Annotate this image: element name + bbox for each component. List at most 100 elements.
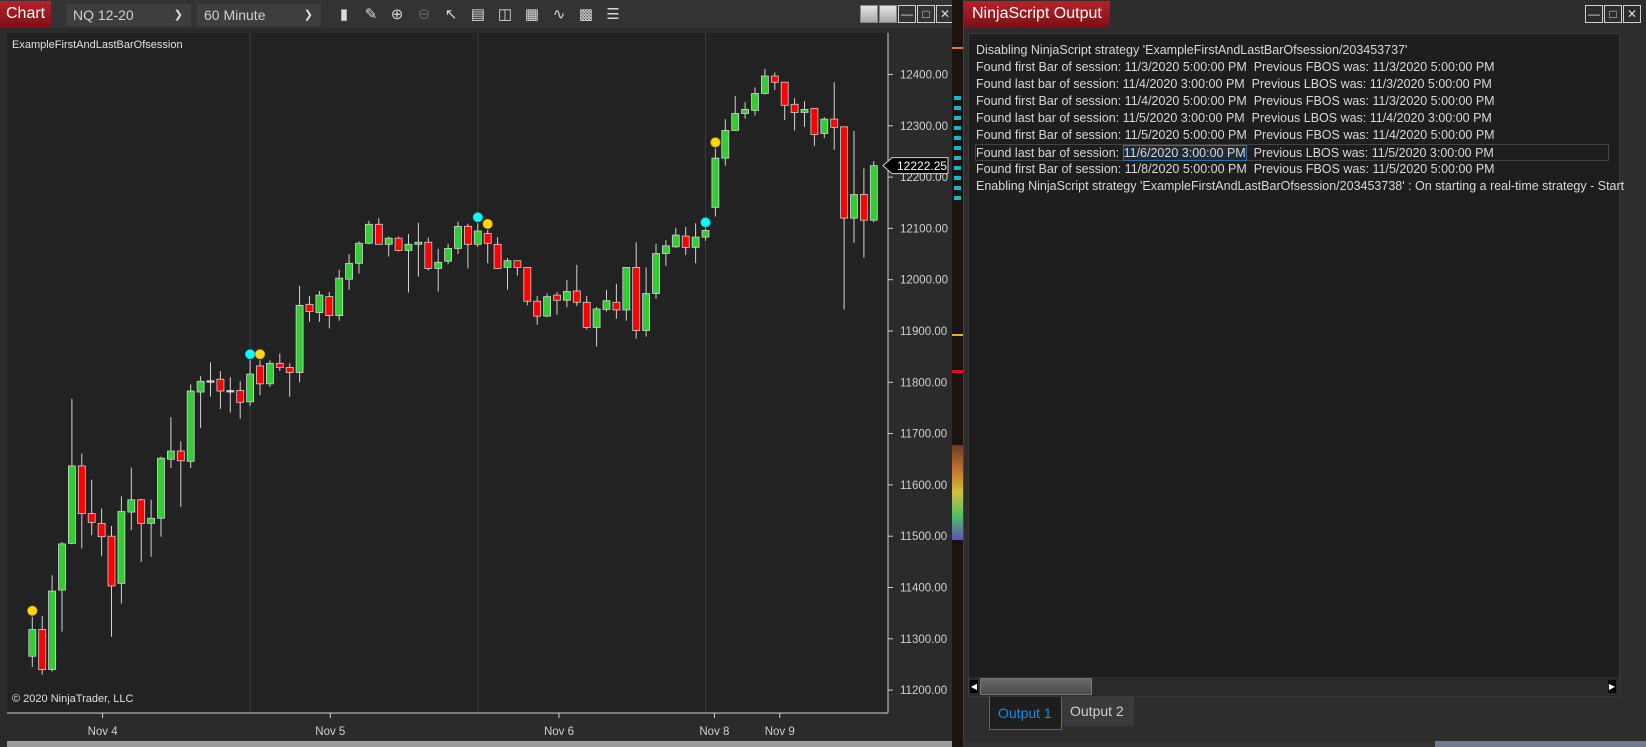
first-bar-marker bbox=[482, 218, 493, 230]
time-tick-label: Nov 6 bbox=[544, 726, 574, 738]
price-tick-label: 11800.00 bbox=[900, 377, 947, 389]
candle-body bbox=[414, 241, 423, 245]
output-horizontal-scrollbar[interactable]: ◀ ▶ bbox=[969, 677, 1619, 696]
candle-body bbox=[493, 243, 502, 269]
candle-body bbox=[58, 543, 66, 591]
minimize-button[interactable]: — bbox=[1585, 5, 1603, 23]
candle-body bbox=[325, 296, 334, 317]
scrollbar-thumb[interactable] bbox=[980, 678, 1092, 695]
candle-body bbox=[246, 373, 255, 403]
candle-body bbox=[38, 629, 47, 670]
selected-text[interactable]: 11/6/2020 3:00:00 PM bbox=[1122, 145, 1247, 161]
price-tick-label: 11900.00 bbox=[900, 326, 947, 338]
candle-body bbox=[662, 245, 670, 254]
candle-body bbox=[483, 233, 492, 244]
chart-window: Chart NQ 12-20 ❯ 60 Minute ❯ ▮​ ✎ ⊕ ⊖ ↖ … bbox=[0, 0, 954, 747]
scroll-right-icon[interactable]: ▶ bbox=[1608, 680, 1616, 693]
candle-body bbox=[810, 107, 819, 135]
candle-body bbox=[860, 194, 868, 221]
candle-body bbox=[206, 380, 215, 383]
candle-body bbox=[553, 294, 561, 301]
candle-body bbox=[275, 362, 284, 368]
candle-body bbox=[790, 103, 799, 113]
output-line: Found first Bar of session: 11/3/2020 5:… bbox=[976, 60, 1495, 74]
candle-body bbox=[68, 465, 76, 544]
output-line: Found first Bar of session: 11/5/2020 5:… bbox=[976, 128, 1495, 142]
candle-body bbox=[463, 225, 472, 245]
candle-body bbox=[830, 118, 839, 128]
candle-body bbox=[265, 362, 274, 385]
candle-body bbox=[622, 266, 631, 311]
candle-body bbox=[592, 308, 601, 328]
candle-body bbox=[602, 300, 611, 310]
candle-body bbox=[355, 242, 363, 264]
candle-body bbox=[137, 499, 146, 524]
candle-body bbox=[533, 300, 542, 317]
last-bar-marker bbox=[245, 349, 256, 360]
candle-body bbox=[543, 296, 551, 317]
price-tick-label: 11300.00 bbox=[900, 634, 947, 646]
output-line: Enabling NinjaScript strategy 'ExampleFi… bbox=[976, 179, 1625, 193]
tab-output-2[interactable]: Output 2 bbox=[1062, 697, 1134, 726]
price-tick-label: 11700.00 bbox=[900, 429, 947, 441]
candle-body bbox=[691, 236, 700, 248]
tab-output-1[interactable]: Output 1 bbox=[989, 697, 1062, 730]
candle-body bbox=[117, 511, 126, 584]
candle-body bbox=[186, 390, 195, 462]
candle-body bbox=[157, 457, 165, 519]
candle-body bbox=[166, 450, 175, 460]
scroll-left-icon[interactable]: ◀ bbox=[970, 680, 978, 693]
time-tick-label: Nov 9 bbox=[765, 726, 795, 738]
candle-body bbox=[741, 108, 749, 114]
candle-body bbox=[127, 499, 136, 513]
candle-body bbox=[800, 108, 809, 113]
candle-body bbox=[374, 223, 383, 245]
candle-body bbox=[434, 261, 443, 269]
first-bar-marker bbox=[27, 605, 38, 616]
price-tick-label: 11500.00 bbox=[900, 531, 947, 543]
candle-body bbox=[671, 234, 680, 248]
close-button[interactable]: ✕ bbox=[1623, 5, 1641, 23]
output-line: Disabling NinjaScript strategy 'ExampleF… bbox=[976, 43, 1408, 57]
candle-body bbox=[652, 253, 660, 294]
candle-body bbox=[820, 118, 829, 134]
candle-body bbox=[582, 301, 591, 328]
background-window-edge bbox=[952, 0, 963, 747]
output-line: Found first Bar of session: 11/8/2020 5:… bbox=[976, 162, 1495, 176]
output-line: Found last bar of session: 11/4/2020 3:0… bbox=[976, 77, 1492, 91]
candle-body bbox=[444, 248, 453, 262]
price-tick-label: 11200.00 bbox=[900, 685, 947, 697]
candle-body bbox=[107, 535, 116, 587]
output-text-area[interactable]: Disabling NinjaScript strategy 'ExampleF… bbox=[968, 33, 1624, 697]
candle-body bbox=[384, 237, 393, 245]
output-line: Found first Bar of session: 11/4/2020 5:… bbox=[976, 94, 1495, 108]
candle-body bbox=[305, 303, 314, 312]
candle-body bbox=[780, 81, 789, 106]
candle-body bbox=[612, 301, 621, 311]
candle-body bbox=[840, 126, 848, 219]
last-bar-marker bbox=[700, 217, 711, 228]
output-window-title-tab[interactable]: NinjaScript Output bbox=[964, 1, 1110, 27]
candle-body bbox=[523, 266, 532, 302]
candle-body bbox=[404, 243, 413, 251]
price-tick-label: 12400.00 bbox=[900, 70, 948, 82]
time-tick-label: Nov 8 bbox=[699, 726, 729, 738]
candle-body bbox=[364, 223, 373, 244]
background-scrollbar[interactable] bbox=[963, 741, 1435, 747]
candle-body bbox=[572, 290, 581, 303]
candle-body bbox=[285, 367, 294, 373]
candle-body bbox=[335, 277, 344, 317]
output-line: Found last bar of session: 11/5/2020 3:0… bbox=[976, 111, 1492, 125]
candlestick-chart: 12400.0012300.0012200.0012100.0012000.00… bbox=[7, 33, 949, 738]
maximize-button[interactable]: □ bbox=[1604, 5, 1622, 23]
candle-body bbox=[196, 380, 205, 393]
copyright-text: © 2020 NinjaTrader, LLC bbox=[12, 693, 134, 705]
candle-body bbox=[701, 230, 710, 238]
output-line-selected[interactable]: Found last bar of session: 11/6/2020 3:0… bbox=[975, 144, 1609, 161]
chart-horizontal-scrollbar[interactable] bbox=[7, 741, 952, 747]
candle-body bbox=[454, 225, 462, 249]
candle-body bbox=[295, 304, 304, 373]
candle-body bbox=[345, 262, 354, 280]
last-price-label: 12222.25 bbox=[897, 159, 947, 173]
candle-body bbox=[236, 390, 245, 403]
